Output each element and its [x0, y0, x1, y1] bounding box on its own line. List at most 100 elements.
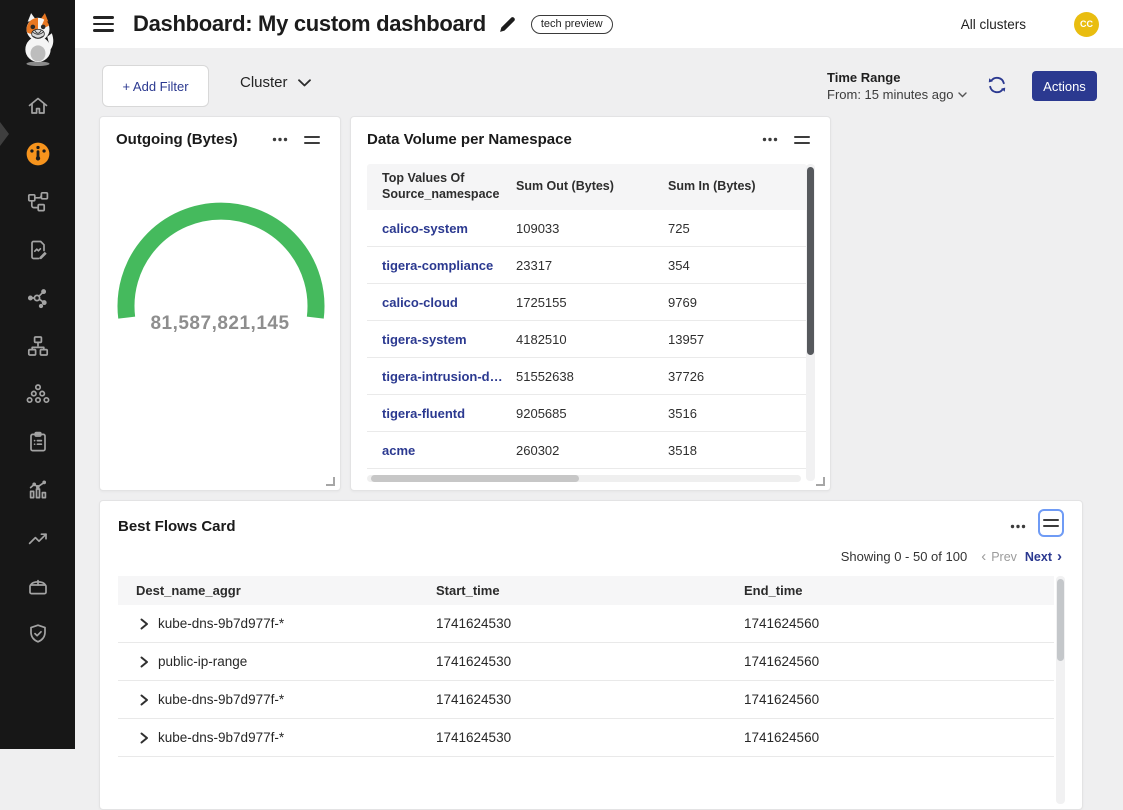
namespace-link[interactable]: calico-cloud: [367, 295, 516, 310]
column-header: Sum Out (Bytes): [516, 179, 668, 195]
column-header: Sum In (Bytes): [668, 179, 807, 195]
card-title: Data Volume per Namespace: [367, 131, 572, 148]
sum-in-value: 354: [668, 258, 807, 273]
card-menu-button[interactable]: [1006, 520, 1030, 533]
card-drag-handle[interactable]: [300, 132, 324, 148]
table-row: kube-dns-9b7d977f-* 1741624530 174162456…: [118, 681, 1054, 719]
hamburger-icon: [93, 16, 114, 18]
expand-row-button[interactable]: [140, 656, 149, 668]
sum-in-value: 725: [668, 221, 807, 236]
all-clusters-selector[interactable]: All clusters: [961, 17, 1026, 32]
expand-row-button[interactable]: [140, 694, 149, 706]
sum-out-value: 109033: [516, 221, 668, 236]
table-row: calico-cloud 1725155 9769: [367, 284, 807, 321]
page-title: Dashboard: My custom dashboard: [133, 11, 486, 37]
next-page-button[interactable]: Next ›: [1025, 549, 1062, 564]
sum-out-value: 1725155: [516, 295, 668, 310]
calico-logo[interactable]: [15, 8, 61, 70]
dest-name-value: kube-dns-9b7d977f-*: [158, 692, 284, 707]
sum-in-value: 3516: [668, 406, 807, 421]
dest-name-value: kube-dns-9b7d977f-*: [158, 616, 284, 631]
sidebar-nav: [0, 82, 75, 658]
actions-button[interactable]: Actions: [1032, 71, 1097, 101]
namespace-link[interactable]: tigera-system: [367, 332, 516, 347]
chevron-down-icon: [298, 79, 311, 87]
report-edit-icon: [26, 238, 50, 262]
card-menu-button[interactable]: [268, 133, 292, 146]
card-resize-handle[interactable]: [326, 477, 335, 486]
card-drag-handle-focused[interactable]: [1038, 509, 1064, 537]
card-title: Best Flows Card: [118, 518, 236, 535]
time-range-label: Time Range: [827, 70, 967, 85]
cluster-circles-icon: [26, 382, 50, 406]
namespace-link[interactable]: calico-system: [367, 221, 516, 236]
card-resize-handle[interactable]: [816, 477, 825, 486]
namespace-link[interactable]: tigera-intrusion-d…: [367, 369, 516, 384]
clipboard-icon: [26, 430, 50, 454]
expand-row-button[interactable]: [140, 618, 149, 630]
sidebar-item-threat-defense[interactable]: [0, 610, 75, 658]
best-flows-card: Best Flows Card Showing 0 - 50 of 100 ‹ …: [99, 500, 1083, 810]
sidebar-item-home[interactable]: [0, 82, 75, 130]
sum-out-value: 23317: [516, 258, 668, 273]
add-filter-button[interactable]: + Add Filter: [102, 65, 209, 107]
ellipsis-icon: [762, 137, 778, 142]
sidebar-item-compliance[interactable]: [0, 418, 75, 466]
pagination-summary: Showing 0 - 50 of 100: [841, 549, 967, 564]
trend-arrow-icon: [26, 526, 50, 550]
chevron-right-icon: [140, 732, 149, 744]
chevron-left-icon: ‹: [981, 549, 986, 564]
sidebar-item-graph-nodes[interactable]: [0, 274, 75, 322]
table-row: tigera-fluentd 9205685 3516: [367, 395, 807, 432]
sidebar-item-policies[interactable]: [0, 226, 75, 274]
outgoing-bytes-card: Outgoing (Bytes) 81,587,821,145: [99, 116, 341, 491]
pencil-icon: [498, 15, 517, 34]
horizontal-scrollbar[interactable]: [367, 475, 801, 482]
namespace-link[interactable]: tigera-compliance: [367, 258, 516, 273]
vertical-scrollbar[interactable]: [806, 164, 815, 481]
sidebar-item-clusters[interactable]: [0, 370, 75, 418]
dest-name-value: kube-dns-9b7d977f-*: [158, 730, 284, 745]
refresh-button[interactable]: [986, 74, 1008, 96]
cluster-dropdown-label: Cluster: [240, 74, 288, 91]
prev-page-button[interactable]: ‹ Prev: [981, 549, 1017, 564]
namespace-link[interactable]: acme: [367, 443, 516, 458]
time-range: Time Range From: 15 minutes ago: [827, 70, 967, 102]
column-header: End_time: [744, 583, 1054, 598]
end-time-value: 1741624560: [744, 730, 1054, 745]
sum-in-value: 9769: [668, 295, 807, 310]
refresh-icon: [986, 74, 1008, 96]
vertical-scrollbar[interactable]: [1056, 576, 1065, 804]
dashboard-icon: [25, 141, 51, 167]
sum-in-value: 37726: [668, 369, 807, 384]
package-box-icon: [26, 574, 50, 598]
sum-out-value: 4182510: [516, 332, 668, 347]
menu-toggle-button[interactable]: [93, 12, 117, 36]
edit-dashboard-button[interactable]: [498, 15, 517, 34]
start-time-value: 1741624530: [436, 692, 744, 707]
sidebar-item-trends[interactable]: [0, 514, 75, 562]
time-range-selector[interactable]: From: 15 minutes ago: [827, 87, 967, 102]
sum-out-value: 51552638: [516, 369, 668, 384]
namespace-link[interactable]: tigera-fluentd: [367, 406, 516, 421]
column-header: Top Values Of Source_namespace: [367, 171, 516, 202]
sidebar-item-dashboard[interactable]: [0, 130, 75, 178]
table-row: tigera-compliance 23317 354: [367, 247, 807, 284]
table-header-row: Top Values Of Source_namespace Sum Out (…: [367, 164, 807, 210]
cluster-dropdown[interactable]: Cluster: [240, 74, 311, 91]
sidebar-item-service-graph[interactable]: [0, 178, 75, 226]
card-drag-handle[interactable]: [790, 132, 814, 148]
sidebar-item-image-assurance[interactable]: [0, 562, 75, 610]
sidebar-item-topology[interactable]: [0, 322, 75, 370]
table-row: tigera-system 4182510 13957: [367, 321, 807, 358]
gauge-value: 81,587,821,145: [100, 313, 340, 335]
expand-row-button[interactable]: [140, 732, 149, 744]
sidebar-item-statistics[interactable]: [0, 466, 75, 514]
sum-out-value: 260302: [516, 443, 668, 458]
data-volume-card: Data Volume per Namespace Top Values Of …: [350, 116, 831, 491]
table-row: kube-dns-9b7d977f-* 1741624530 174162456…: [118, 605, 1054, 643]
user-avatar[interactable]: CC: [1074, 12, 1099, 37]
table-row: acme 260302 3518: [367, 432, 807, 469]
chevron-right-icon: [140, 656, 149, 668]
card-menu-button[interactable]: [758, 133, 782, 146]
